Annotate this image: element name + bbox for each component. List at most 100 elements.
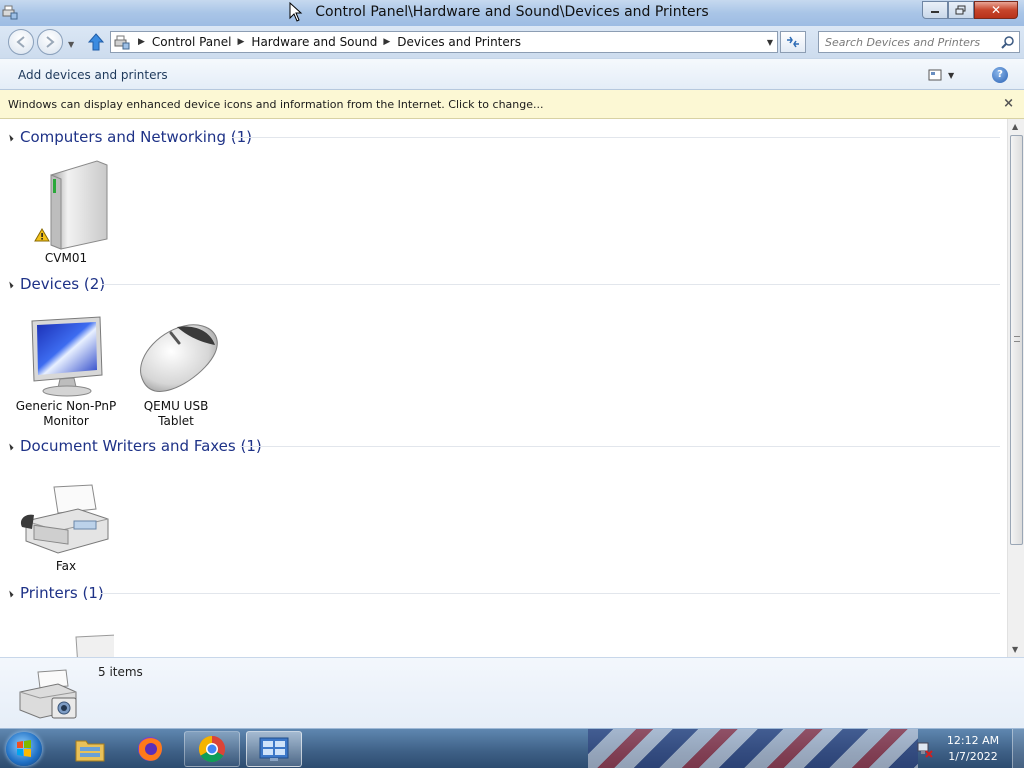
minimize-icon xyxy=(931,11,939,13)
start-button[interactable] xyxy=(6,732,42,766)
up-arrow-icon[interactable] xyxy=(86,32,106,52)
group-header-devices[interactable]: Devices (2) xyxy=(6,274,106,294)
refresh-icon xyxy=(787,36,799,48)
forward-arrow-icon xyxy=(46,36,55,48)
group-divider xyxy=(240,446,1000,447)
taskbar-control-panel-button[interactable] xyxy=(246,731,302,767)
scroll-down-icon[interactable]: ▼ xyxy=(1012,645,1018,654)
restore-button[interactable] xyxy=(948,1,974,19)
group-header-printers[interactable]: Printers (1) xyxy=(6,583,104,603)
device-label: Generic Non-PnP Monitor xyxy=(11,399,121,429)
system-clock[interactable]: 12:12 AM 1/7/2022 xyxy=(940,733,1006,765)
device-label: CVM01 xyxy=(44,251,88,265)
group-header-document-writers-and-faxes[interactable]: Document Writers and Faxes (1) xyxy=(6,436,262,456)
add-devices-and-printers-button[interactable]: Add devices and printers xyxy=(18,68,168,82)
group-title: Devices (2) xyxy=(20,275,106,293)
devices-printers-large-icon xyxy=(19,669,77,719)
group-divider xyxy=(232,137,1000,138)
close-icon: ✕ xyxy=(990,3,1002,17)
minimize-button[interactable] xyxy=(922,1,948,19)
view-dropdown-icon: ▼ xyxy=(948,70,955,80)
address-history-dropdown-icon[interactable]: ▼ xyxy=(767,38,773,47)
close-button[interactable]: ✕ xyxy=(974,1,1018,19)
breadcrumb-separator-icon[interactable]: ▶ xyxy=(238,37,245,47)
control-panel-icon xyxy=(259,737,289,761)
windows-explorer-icon xyxy=(75,740,105,762)
group-header-computers-and-networking[interactable]: Computers and Networking (1) xyxy=(6,127,252,147)
desktop-wallpaper-glimpse xyxy=(588,729,918,768)
scrollbar-thumb[interactable] xyxy=(1010,135,1023,545)
windows-logo-icon xyxy=(17,740,31,757)
device-label-line: Tablet xyxy=(158,414,194,428)
printer-icon xyxy=(75,634,114,657)
device-item-generic-non-pnp-monitor[interactable]: Generic Non-PnP Monitor xyxy=(11,315,121,429)
device-item-fax[interactable]: Fax xyxy=(11,483,121,574)
vertical-scrollbar[interactable]: ▲ ▼ xyxy=(1007,119,1024,657)
breadcrumb-separator-icon[interactable]: ▶ xyxy=(383,37,390,47)
device-label-line: QEMU USB xyxy=(143,399,209,413)
item-count: 5 items xyxy=(98,665,143,679)
device-label: QEMU USB Tablet xyxy=(121,399,231,429)
devices-list-view[interactable]: Computers and Networking (1) CVM01 Devic… xyxy=(0,119,1024,657)
taskbar-chrome-button[interactable] xyxy=(184,731,240,767)
group-title: Document Writers and Faxes (1) xyxy=(20,437,262,455)
group-divider xyxy=(102,284,1000,285)
devices-printers-location-icon xyxy=(114,35,130,50)
firefox-icon xyxy=(138,737,162,761)
info-bar-message[interactable]: Windows can display enhanced device icon… xyxy=(8,98,544,111)
view-options-icon xyxy=(928,69,942,81)
collapse-triangle-icon[interactable] xyxy=(6,281,14,289)
title-bar[interactable]: Control Panel\Hardware and Sound\Devices… xyxy=(0,0,1024,26)
window-title: Control Panel\Hardware and Sound\Devices… xyxy=(315,4,709,20)
refresh-button[interactable] xyxy=(780,31,806,53)
scroll-up-icon[interactable]: ▲ xyxy=(1012,122,1018,131)
breadcrumb-separator-icon[interactable]: ▶ xyxy=(138,37,145,47)
group-title: Computers and Networking (1) xyxy=(20,128,252,146)
clock-time: 12:12 AM xyxy=(946,734,1000,747)
show-desktop-button[interactable] xyxy=(1012,729,1024,768)
device-item-printer[interactable] xyxy=(11,633,121,657)
network-status-icon[interactable] xyxy=(916,740,934,758)
device-label-line: Monitor xyxy=(43,414,89,428)
forward-button[interactable] xyxy=(37,29,63,55)
search-icon[interactable] xyxy=(1001,35,1015,49)
device-item-cvm01[interactable]: CVM01 xyxy=(11,157,121,266)
device-label-line: Generic Non-PnP xyxy=(15,399,117,413)
command-bar: Add devices and printers ▼ ? xyxy=(0,58,1024,90)
mouse-icon xyxy=(140,324,218,392)
device-label: Fax xyxy=(55,559,77,573)
taskbar: 12:12 AM 1/7/2022 xyxy=(0,728,1024,768)
restore-icon xyxy=(955,5,966,15)
search-input[interactable] xyxy=(825,32,995,52)
info-bar[interactable]: Windows can display enhanced device icon… xyxy=(0,90,1024,119)
monitor-icon xyxy=(31,316,103,397)
breadcrumb-hardware-and-sound[interactable]: Hardware and Sound xyxy=(251,35,377,49)
recent-pages-dropdown-icon[interactable]: ▼ xyxy=(68,40,74,49)
address-bar[interactable]: ▶ Control Panel ▶ Hardware and Sound ▶ D… xyxy=(110,31,778,53)
change-view-button[interactable]: ▼ xyxy=(928,66,968,84)
help-icon: ? xyxy=(997,69,1003,80)
clock-date: 1/7/2022 xyxy=(948,750,998,763)
group-title: Printers (1) xyxy=(20,584,104,602)
collapse-triangle-icon[interactable] xyxy=(6,590,14,598)
details-pane: 5 items xyxy=(0,657,1024,728)
device-item-qemu-usb-tablet[interactable]: QEMU USB Tablet xyxy=(121,315,231,429)
chrome-icon xyxy=(198,735,226,763)
breadcrumb-control-panel[interactable]: Control Panel xyxy=(152,35,232,49)
mouse-cursor-icon xyxy=(289,2,303,22)
taskbar-firefox-button[interactable] xyxy=(122,731,178,767)
info-bar-close-icon[interactable]: × xyxy=(1003,96,1014,111)
computer-tower-icon xyxy=(34,160,108,250)
navigation-bar: ▼ ▶ Control Panel ▶ Hardware and Sound ▶… xyxy=(0,26,1024,58)
breadcrumb-devices-and-printers[interactable]: Devices and Printers xyxy=(397,35,521,49)
group-divider xyxy=(100,593,1000,594)
collapse-triangle-icon[interactable] xyxy=(6,134,14,142)
scrollbar-grip-icon xyxy=(1014,336,1020,342)
back-arrow-icon xyxy=(16,36,25,48)
collapse-triangle-icon[interactable] xyxy=(6,443,14,451)
search-box[interactable] xyxy=(818,31,1020,53)
taskbar-explorer-button[interactable] xyxy=(62,731,118,767)
fax-icon xyxy=(20,484,109,554)
help-button[interactable]: ? xyxy=(992,67,1008,83)
back-button[interactable] xyxy=(8,29,34,55)
